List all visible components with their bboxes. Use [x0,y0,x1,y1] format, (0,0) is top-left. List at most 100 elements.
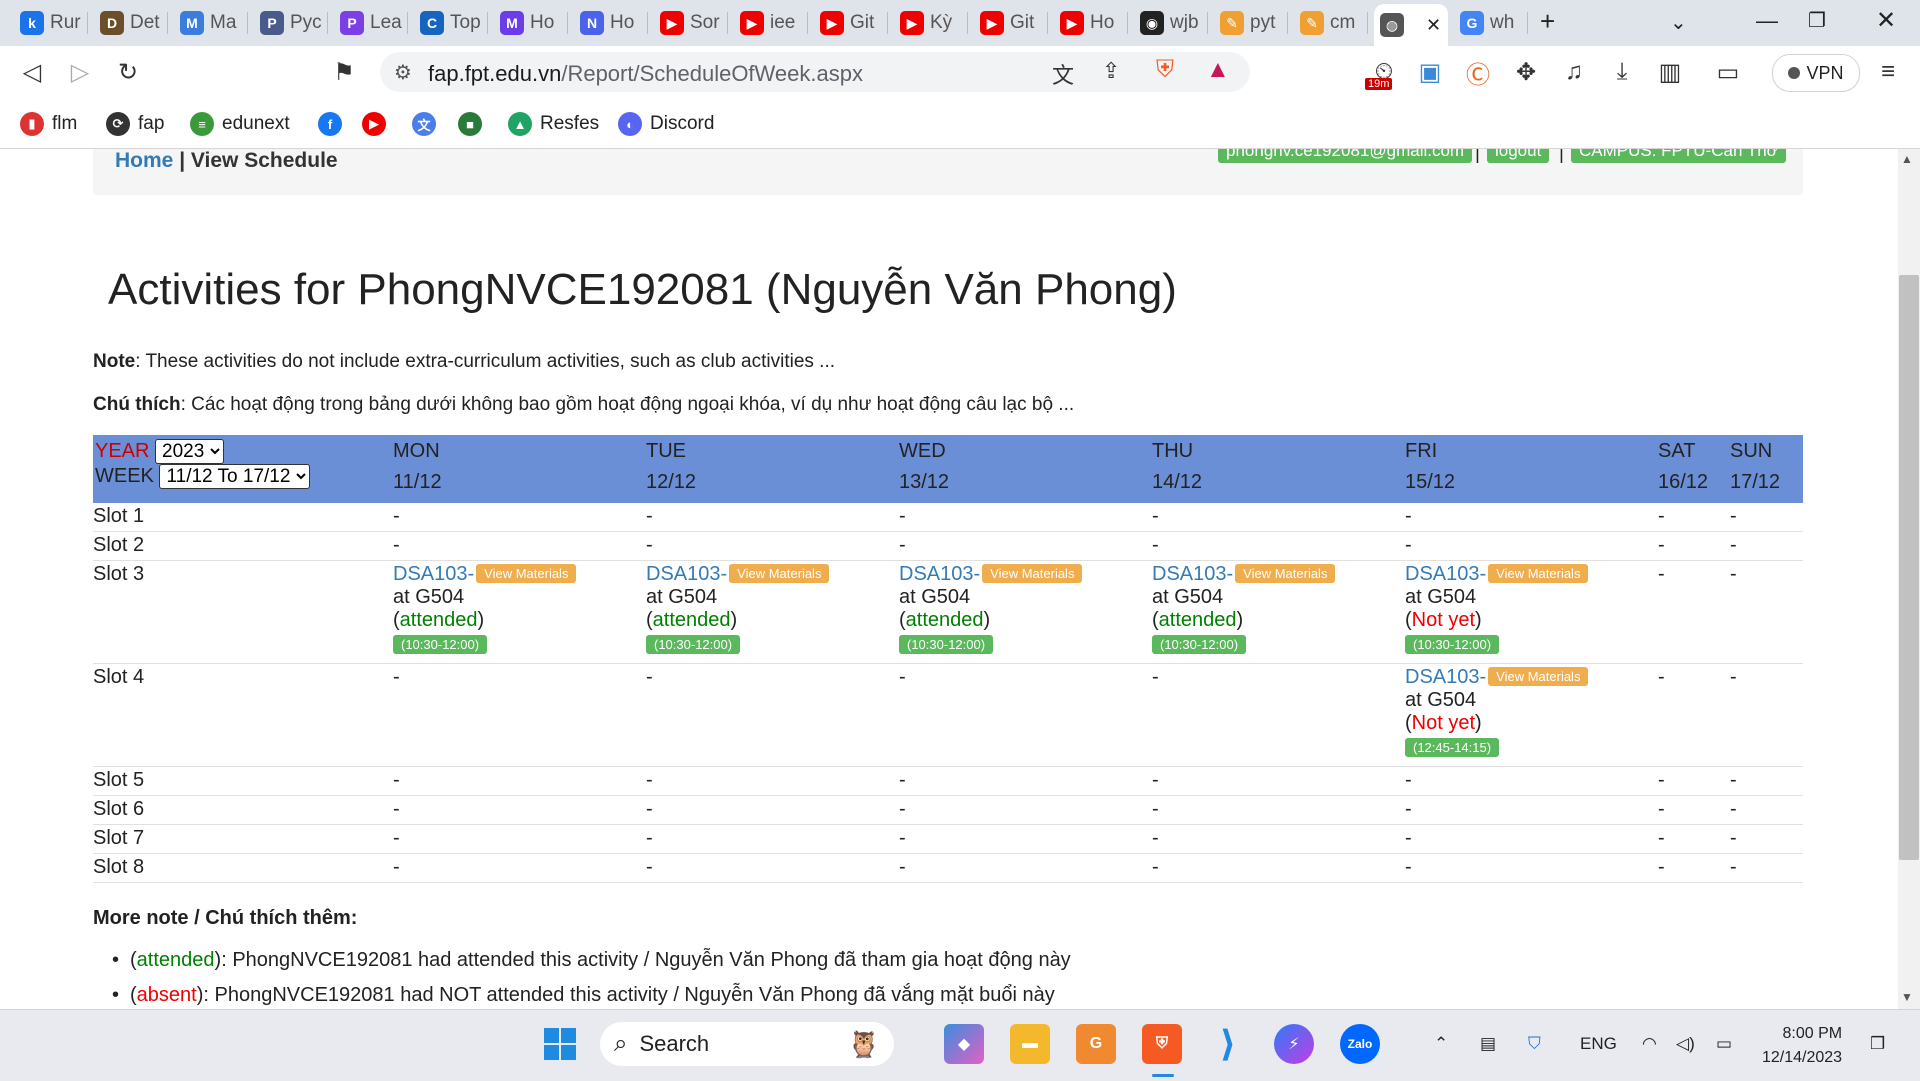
url-text[interactable]: fap.fpt.edu.vn/Report/ScheduleOfWeek.asp… [428,61,863,87]
tab[interactable]: D Det [94,6,168,40]
scroll-up-arrow-icon[interactable]: ▲ [1901,152,1913,166]
taskbar-search-box[interactable]: ⌕ Search 🦉 [600,1022,894,1066]
tab[interactable]: ◉ wjb [1134,6,1208,40]
scrollbar-thumb[interactable] [1899,275,1919,860]
tray-chevron-up-icon[interactable]: ⌃ [1434,1034,1448,1054]
tab-label: Ho [610,12,635,33]
messenger-icon[interactable]: ⚡ [1274,1024,1314,1064]
brave-rewards-icon[interactable]: ▲ [1206,56,1230,84]
share-icon[interactable]: ⇪ [1102,58,1120,84]
glary-icon[interactable]: G [1076,1024,1116,1064]
tab[interactable]: P Pyc [254,6,328,40]
tab[interactable]: ✎ pyt [1214,6,1288,40]
tab[interactable]: ✎ cm [1294,6,1368,40]
tab[interactable]: Gwh [1454,6,1528,40]
forward-icon[interactable]: ▷ [64,56,96,88]
tab-search-chevron-icon[interactable]: ⌄ [1670,10,1687,35]
zalo-icon[interactable]: Zalo [1340,1024,1380,1064]
defender-icon[interactable]: ⛉ [1528,1034,1541,1054]
new-tab-button[interactable]: + [1540,6,1555,37]
menu-icon[interactable]: ≡ [1872,56,1904,88]
close-window-button[interactable]: ✕ [1876,6,1896,35]
site-info-icon[interactable]: ⚙ [394,60,412,85]
volume-icon[interactable]: ◁) [1676,1034,1695,1054]
sidebar-icon[interactable]: ▥ [1654,56,1686,88]
tab-favicon-icon: C [420,11,444,35]
tab[interactable]: ▶ Sor [654,6,728,40]
extension-screenshot-icon[interactable]: ▣ [1414,56,1446,88]
windows-start-icon[interactable] [540,1024,580,1064]
restore-button[interactable]: ❐ [1808,8,1826,33]
wifi-icon[interactable]: ◠ [1642,1034,1657,1054]
bookmark-item[interactable]: ▮ flm [20,110,77,138]
media-icon[interactable]: ♫ [1558,56,1590,88]
year-select[interactable]: 2023 [155,439,225,464]
activity-code-link[interactable]: DSA103- [393,563,474,585]
bookmark-item[interactable]: ▲ Resfes [508,110,599,138]
close-tab-icon[interactable]: ✕ [1426,15,1441,36]
bookmark-item[interactable]: ▶ [362,110,394,138]
tab-favicon-icon: M [180,11,204,35]
empty-cell: - [1405,531,1658,561]
logout-button[interactable]: logout [1487,149,1550,163]
slot-row: Slot 5------- [93,766,1803,796]
vscode-icon[interactable]: ⟩ [1208,1023,1248,1064]
extension-c-icon[interactable]: Ⓒ [1462,56,1494,89]
tab[interactable]: C Top [414,6,488,40]
input-language[interactable]: ENG [1580,1034,1617,1054]
battery-icon[interactable]: ▭ [1716,1034,1732,1054]
tab[interactable]: ▶ Kỳ [894,6,968,40]
activity-code-link[interactable]: DSA103- [1152,563,1233,585]
minimize-button[interactable]: — [1756,8,1778,34]
view-materials-button[interactable]: View Materials [476,564,577,583]
breadcrumb-home-link[interactable]: Home [115,149,173,172]
taskbar-clock[interactable]: 8:00 PM 12/14/2023 [1762,1022,1842,1070]
activity-code-link[interactable]: DSA103- [1405,563,1486,585]
download-icon[interactable]: ⤓ [1606,56,1638,88]
view-materials-button[interactable]: View Materials [729,564,830,583]
reload-icon[interactable]: ↻ [112,56,144,88]
tab[interactable]: N Ho [574,6,648,40]
activity-code-link[interactable]: DSA103- [646,563,727,585]
tab[interactable]: k Rur [14,6,88,40]
translate-icon[interactable]: 文 [1052,58,1074,90]
tray-app-icon[interactable]: ▤ [1480,1034,1496,1054]
tab[interactable]: ▶ iee [734,6,808,40]
tab-active[interactable]: ◍ ✕ [1374,4,1448,46]
activity-code-link[interactable]: DSA103- [899,563,980,585]
activity-code-link[interactable]: DSA103- [1405,666,1486,688]
week-select[interactable]: 11/12 To 17/12 [159,464,311,489]
view-materials-button[interactable]: View Materials [1488,564,1589,583]
view-materials-button[interactable]: View Materials [1488,667,1589,686]
tab[interactable]: ▶ Git [814,6,888,40]
bookmark-item[interactable]: f [318,110,350,138]
tab-favicon-icon: ▶ [660,11,684,35]
bookmark-favicon-icon: 文 [412,112,436,136]
tab[interactable]: ▶ Git [974,6,1048,40]
extensions-icon[interactable]: ✥ [1510,56,1542,88]
campus-button[interactable]: CAMPUS: FPTU-Cần Thơ [1571,149,1786,163]
tab[interactable]: P Lea [334,6,408,40]
view-materials-button[interactable]: View Materials [1235,564,1336,583]
tab[interactable]: M Ho [494,6,568,40]
bookmark-icon[interactable]: ⚑ [328,56,360,88]
file-explorer-icon[interactable]: ▬ [1010,1024,1050,1064]
user-email-button[interactable]: phongnv.ce192081@gmail.com [1218,149,1473,163]
view-materials-button[interactable]: View Materials [982,564,1083,583]
tab[interactable]: ▶ Ho [1054,6,1128,40]
scroll-down-arrow-icon[interactable]: ▼ [1901,990,1913,1004]
back-icon[interactable]: ◁ [16,56,48,88]
copilot-icon[interactable]: ◆ [944,1024,984,1064]
bookmark-item[interactable]: ■ [458,110,490,138]
vpn-button[interactable]: VPN [1772,54,1860,92]
bookmark-item[interactable]: ≡ edunext [190,110,290,138]
bookmark-item[interactable]: ◐ Discord [618,110,714,138]
wallet-icon[interactable]: ▭ [1712,56,1744,88]
brave-browser-icon[interactable]: ⛨ [1142,1024,1182,1064]
bookmark-item[interactable]: ⟳ fap [106,110,164,138]
address-bar[interactable]: ⚙ fap.fpt.edu.vn/Report/ScheduleOfWeek.a… [380,52,1250,92]
tab[interactable]: M Ma [174,6,248,40]
brave-shields-icon[interactable]: ⛨ [1156,56,1174,84]
notifications-icon[interactable]: ❒ [1870,1034,1885,1054]
bookmark-item[interactable]: 文 [412,110,444,138]
